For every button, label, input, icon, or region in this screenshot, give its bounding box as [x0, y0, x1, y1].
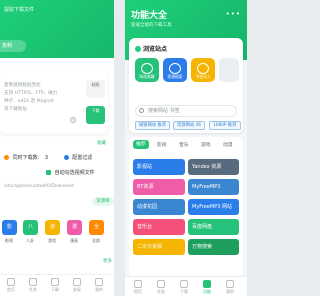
list-icon [157, 280, 165, 288]
tile-all[interactable]: 全 [89, 220, 104, 235]
site-item[interactable]: 万物搜索 [188, 239, 239, 255]
bottom-nav: 首页 任务 下载 发现 我的 [0, 274, 114, 296]
more-link[interactable]: 更多 [103, 258, 112, 264]
nav-features[interactable]: 功能 [198, 280, 216, 295]
tile-gossip[interactable]: 八 [23, 220, 38, 235]
heart-icon [141, 63, 153, 74]
app-site-favorites[interactable]: 网站收藏 [135, 58, 159, 82]
nav-tasks[interactable]: 任务 [152, 280, 170, 295]
download-button[interactable]: 下载 [86, 106, 105, 124]
bookmark-icon [197, 63, 209, 74]
site-item[interactable]: MyFreeMP3 [188, 179, 239, 195]
collect-link[interactable]: 收藏 [97, 140, 106, 146]
site-search-input[interactable]: 搜索网站 书签 [135, 105, 237, 117]
concurrency-row[interactable]: 同时下载数: 3 配置过滤 [0, 154, 114, 161]
filter-icon [63, 155, 69, 160]
features-screen: 功能大全 极速全能的下载工具 ••• 浏览站点 网站收藏 资源搜索 书签导入 搜… [125, 0, 247, 296]
tile-label: 影视 [5, 238, 13, 243]
screenshot-stage: 提取下载文件 复制 复制链接粘贴至此 支持 HTTP/S、FTP、磁力 种子、e… [0, 0, 247, 296]
header-text: 提取下载文件 [4, 7, 35, 13]
paste-button[interactable]: 粘贴 [86, 80, 105, 98]
card-title: 浏览站点 [135, 44, 167, 53]
nav-home[interactable]: 首页 [129, 280, 147, 295]
resource-tag[interactable]: 资源库 [92, 197, 114, 206]
config-filter-link[interactable]: 配置过滤 [72, 155, 92, 161]
chip-magnet-sites[interactable]: 磁链网站 推荐 [135, 121, 171, 130]
save-path[interactable]: /storage/emulated/0/Download [4, 184, 74, 189]
site-list-card: 推荐 影视 音乐 游戏 动漫 影视站 Yandex 资源 BT资源 MyFree… [129, 137, 243, 277]
download-icon [51, 278, 59, 286]
download-icon [180, 280, 188, 288]
browse-sites-card: 浏览站点 网站收藏 资源搜索 书签导入 搜索网站 书签 磁链网站 推荐 资源网站… [129, 38, 243, 133]
site-item[interactable]: 百度网盘 [188, 219, 239, 235]
tab-anime[interactable]: 动漫 [223, 141, 233, 148]
list-icon [29, 278, 37, 286]
site-item[interactable]: 二次元资源 [133, 239, 185, 255]
tab-game[interactable]: 游戏 [201, 141, 211, 148]
user-icon [226, 280, 234, 288]
checkbox-icon[interactable] [46, 170, 51, 175]
site-item[interactable]: 音乐台 [133, 219, 185, 235]
nav-download[interactable]: 下载 [46, 278, 64, 293]
compass-icon [73, 278, 81, 286]
nav-download[interactable]: 下载 [175, 280, 193, 295]
tile-video[interactable]: 影 [2, 220, 17, 235]
more-menu-icon[interactable]: ••• [226, 10, 241, 18]
tile-label: 游戏 [48, 238, 56, 243]
download-screen: 提取下载文件 复制 复制链接粘贴至此 支持 HTTP/S、FTP、磁力 种子、e… [0, 0, 114, 296]
tab-recommended[interactable]: 推荐 [133, 140, 149, 149]
nav-profile[interactable]: 我的 [90, 278, 108, 293]
auto-select-row[interactable]: 自动勾选视频文件 [0, 169, 114, 176]
chip-resource-sites[interactable]: 资源网站 46 [173, 121, 206, 130]
bottom-nav: 首页 任务 下载 功能 我的 [125, 276, 247, 296]
app-more-partial[interactable] [219, 58, 239, 82]
tile-game[interactable]: 游 [45, 220, 60, 235]
nav-home[interactable]: 首页 [2, 278, 20, 293]
page-subtitle: 极速全能的下载工具 [131, 23, 172, 28]
globe-icon [135, 46, 141, 52]
tab-music[interactable]: 音乐 [179, 141, 189, 148]
download-header: 提取下载文件 复制 [0, 0, 114, 58]
site-item[interactable]: MyFreeMP3 网站 [188, 199, 239, 215]
tile-label: 漫画 [70, 238, 78, 243]
category-tabs: 推荐 影视 音乐 游戏 动漫 [129, 140, 243, 151]
user-icon [95, 278, 103, 286]
home-icon [134, 280, 142, 288]
url-input-hint[interactable]: 复制链接粘贴至此 支持 HTTP/S、FTP、磁力 种子、ed2k 及 Magn… [4, 82, 57, 114]
tile-comic[interactable]: 漫 [67, 220, 82, 235]
timer-icon [4, 155, 9, 160]
site-item[interactable]: Yandex 资源 [188, 159, 239, 175]
search-icon [139, 108, 144, 113]
app-bookmark-import[interactable]: 书签导入 [191, 58, 215, 82]
app-resource-search[interactable]: 资源搜索 [163, 58, 187, 82]
chip-1080p[interactable]: 1080P 推荐 [209, 121, 241, 130]
grid-icon [203, 280, 211, 288]
page-title: 功能大全 [131, 11, 168, 21]
site-item[interactable]: 动漫花园 [133, 199, 185, 215]
site-item[interactable]: BT资源 [133, 179, 185, 195]
copy-pill[interactable]: 复制 [0, 40, 26, 52]
site-item[interactable]: 影视站 [133, 159, 185, 175]
tile-label: 八卦 [26, 238, 34, 243]
clear-icon[interactable]: × [70, 117, 76, 123]
nav-discover[interactable]: 发现 [68, 278, 86, 293]
nav-profile[interactable]: 我的 [221, 280, 239, 295]
tile-label: 全部 [92, 238, 100, 243]
home-icon [7, 278, 15, 286]
search-icon [169, 63, 181, 74]
tab-video[interactable]: 影视 [157, 141, 167, 148]
nav-tasks[interactable]: 任务 [24, 278, 42, 293]
